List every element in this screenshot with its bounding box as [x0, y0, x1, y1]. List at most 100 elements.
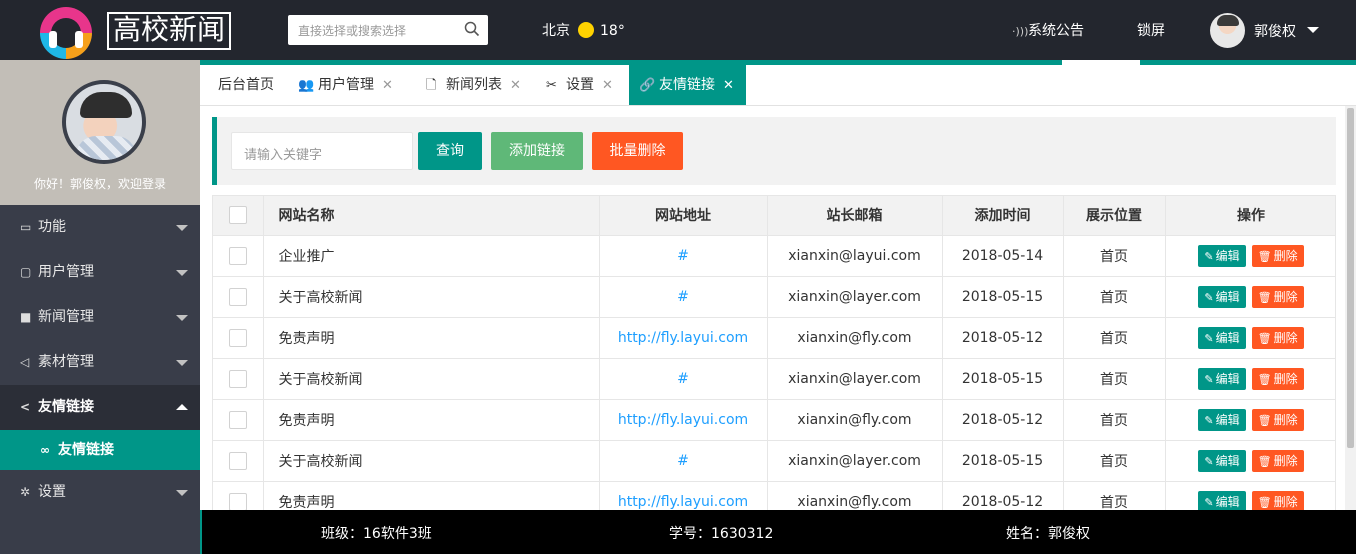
header-search-select[interactable]: 直接选择或搜索选择	[288, 15, 488, 45]
site-url-link[interactable]: #	[677, 289, 689, 305]
row-checkbox[interactable]	[228, 287, 247, 306]
tab-bar-accent	[1140, 60, 1356, 65]
delete-button[interactable]: 🗑 删除	[1251, 490, 1304, 510]
delete-button[interactable]: 🗑 删除	[1251, 326, 1304, 349]
query-button[interactable]: 查询	[418, 132, 482, 170]
lock-screen-link[interactable]: 锁屏	[1137, 20, 1165, 40]
edit-button[interactable]: ✎ 编辑	[1198, 367, 1246, 390]
system-notice-link[interactable]: ·)))系统公告	[1012, 20, 1084, 40]
email-cell: xianxin@fly.com	[766, 398, 943, 441]
tab-news-list[interactable]: 🗋 新闻列表 ✕	[408, 65, 521, 105]
chevron-up-icon	[176, 404, 188, 410]
search-placeholder: 直接选择或搜索选择	[298, 24, 407, 38]
edit-icon: ✎	[1204, 249, 1214, 263]
position-cell: 首页	[1062, 275, 1166, 318]
broadcast-icon: ·)))	[1012, 25, 1029, 38]
close-icon[interactable]: ✕	[723, 66, 734, 106]
row-checkbox[interactable]	[228, 328, 247, 347]
keyword-input[interactable]: 请输入关键字	[231, 132, 413, 170]
edit-button[interactable]: ✎ 编辑	[1198, 285, 1246, 308]
tab-home[interactable]: 后台首页	[200, 65, 274, 105]
chat-icon: ▢	[20, 265, 32, 279]
row-checkbox[interactable]	[228, 492, 247, 510]
edit-button[interactable]: ✎ 编辑	[1198, 408, 1246, 431]
tab-bar: 后台首页 👥 用户管理 ✕ 🗋 新闻列表 ✕ ✂ 设置 ✕ 🔗 友情链接 ✕	[200, 60, 1356, 106]
link-icon: ∞	[40, 443, 50, 457]
site-name-cell: 关于高校新闻	[262, 275, 600, 318]
row-checkbox[interactable]	[228, 369, 247, 388]
edit-button[interactable]: ✎ 编辑	[1198, 326, 1246, 349]
actions-cell: ✎ 编辑 🗑 删除	[1164, 398, 1335, 441]
delete-button[interactable]: 🗑 删除	[1251, 367, 1304, 390]
site-url-cell: #	[598, 275, 768, 318]
row-select-cell	[213, 275, 264, 318]
site-url-link[interactable]: #	[677, 248, 689, 264]
date-cell: 2018-05-14	[941, 234, 1064, 277]
site-url-cell: http://fly.layui.com	[598, 480, 768, 510]
profile-avatar[interactable]	[62, 80, 146, 164]
sidebar-item-friendly-links[interactable]: < 友情链接	[0, 385, 200, 430]
sidebar-item-materials[interactable]: ◁ 素材管理	[0, 340, 200, 385]
close-icon[interactable]: ✕	[510, 66, 521, 106]
site-url-link[interactable]: http://fly.layui.com	[618, 494, 748, 510]
column-header: 网站地址	[598, 196, 768, 236]
column-header: 网站名称	[262, 196, 600, 236]
search-toolbar: 请输入关键字 查询 添加链接 批量删除	[212, 117, 1336, 185]
tab-settings[interactable]: ✂ 设置 ✕	[528, 65, 613, 105]
sidebar-subitem-friendly-links[interactable]: ∞ 友情链接	[0, 430, 200, 470]
edit-icon: ✎	[1204, 290, 1214, 304]
site-url-cell: http://fly.layui.com	[598, 398, 768, 441]
email-cell: xianxin@layer.com	[766, 275, 943, 318]
site-url-link[interactable]: http://fly.layui.com	[618, 330, 748, 346]
site-name-cell: 企业推广	[262, 234, 600, 277]
footer-name: 姓名：郭俊权	[1006, 526, 1090, 542]
row-checkbox[interactable]	[228, 410, 247, 429]
row-checkbox[interactable]	[228, 451, 247, 470]
close-icon[interactable]: ✕	[382, 66, 393, 106]
position-cell: 首页	[1062, 234, 1166, 277]
sidebar-subitem-label: 友情链接	[58, 442, 114, 458]
site-logo-text[interactable]: 高校新闻	[107, 12, 232, 50]
delete-button[interactable]: 🗑 删除	[1251, 408, 1304, 431]
site-url-link[interactable]: #	[677, 453, 689, 469]
edit-icon: ✎	[1204, 454, 1214, 468]
tools-icon: ✂	[546, 78, 557, 93]
site-url-link[interactable]: http://fly.layui.com	[618, 412, 748, 428]
tab-friendly-links[interactable]: 🔗 友情链接 ✕	[629, 65, 746, 105]
tab-label: 新闻列表	[446, 77, 502, 93]
sidebar-item-features[interactable]: ▭ 功能	[0, 205, 200, 250]
page-scrollbar[interactable]	[1345, 106, 1356, 510]
select-all-checkbox[interactable]	[228, 206, 247, 225]
delete-button[interactable]: 🗑 删除	[1251, 449, 1304, 472]
delete-button[interactable]: 🗑 删除	[1251, 244, 1304, 267]
site-url-link[interactable]: #	[677, 371, 689, 387]
edit-button[interactable]: ✎ 编辑	[1198, 449, 1246, 472]
row-checkbox[interactable]	[228, 246, 247, 265]
delete-label: 删除	[1273, 248, 1298, 263]
add-link-button[interactable]: 添加链接	[491, 132, 583, 170]
scrollbar-thumb[interactable]	[1347, 108, 1354, 448]
sidebar-item-label: 功能	[38, 219, 66, 235]
actions-cell: ✎ 编辑 🗑 删除	[1164, 234, 1335, 277]
edit-button[interactable]: ✎ 编辑	[1198, 244, 1246, 267]
sidebar-item-news-management[interactable]: ■ 新闻管理	[0, 295, 200, 340]
delete-button[interactable]: 🗑 删除	[1251, 285, 1304, 308]
sidebar-item-user-management[interactable]: ▢ 用户管理	[0, 250, 200, 295]
chevron-down-icon	[176, 360, 188, 366]
position-cell: 首页	[1062, 316, 1166, 359]
close-icon[interactable]: ✕	[602, 66, 613, 106]
sidebar-item-settings[interactable]: ✲ 设置	[0, 470, 200, 515]
batch-delete-button[interactable]: 批量删除	[592, 132, 683, 170]
tab-user-management[interactable]: 👥 用户管理 ✕	[280, 65, 393, 105]
headphones-logo-icon[interactable]	[40, 7, 96, 59]
footer: 班级：16软件3班 学号：1630312 姓名：郭俊权	[202, 510, 1356, 554]
edit-icon: ✎	[1204, 331, 1214, 345]
chevron-down-icon[interactable]	[1307, 27, 1319, 33]
column-header: 站长邮箱	[766, 196, 943, 236]
edit-button[interactable]: ✎ 编辑	[1198, 490, 1246, 510]
row-select-cell	[213, 316, 264, 359]
avatar[interactable]	[1210, 13, 1245, 48]
tab-label: 设置	[566, 77, 594, 93]
table-row: 免责声明 http://fly.layui.com xianxin@fly.com 2…	[213, 480, 1335, 510]
search-icon[interactable]	[464, 21, 480, 37]
